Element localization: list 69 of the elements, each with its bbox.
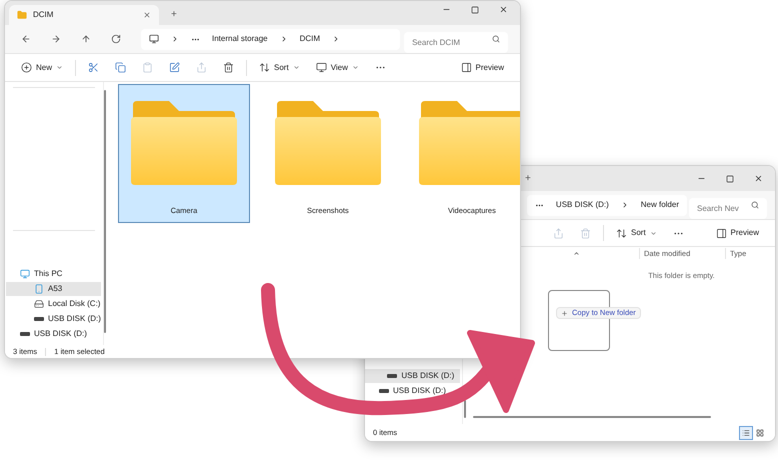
nav-label: USB DISK (D:) bbox=[34, 328, 87, 340]
nav-label: A53 bbox=[48, 283, 62, 295]
nav-label: USB DISK (D:) bbox=[48, 313, 101, 325]
folder-icon bbox=[128, 99, 239, 187]
search-field[interactable]: Search DCIM bbox=[404, 32, 508, 52]
details-view-button[interactable] bbox=[739, 426, 753, 440]
plus-icon bbox=[561, 310, 568, 316]
folder-icon bbox=[272, 99, 383, 187]
view-button[interactable]: View bbox=[308, 56, 367, 80]
sort-indicator-icon bbox=[572, 250, 580, 257]
close-icon[interactable] bbox=[754, 174, 763, 183]
nav-label: This PC bbox=[34, 268, 62, 280]
caret-icon bbox=[56, 64, 64, 71]
nav-item[interactable]: A53 bbox=[6, 282, 101, 296]
sort-button[interactable]: Sort bbox=[251, 56, 308, 80]
phone-icon bbox=[34, 284, 44, 294]
list-icon bbox=[742, 428, 750, 436]
search-field[interactable]: Search Nev bbox=[689, 198, 767, 218]
nav-label: Local Disk (C:) bbox=[48, 298, 100, 310]
preview-button[interactable]: Preview bbox=[452, 56, 512, 80]
scrollbar[interactable] bbox=[104, 90, 106, 333]
forward-icon[interactable] bbox=[51, 34, 61, 44]
preview-button[interactable]: Preview bbox=[708, 221, 767, 245]
nav-label: USB DISK (D:) bbox=[401, 370, 454, 382]
caret-icon bbox=[292, 64, 300, 71]
close-icon[interactable] bbox=[143, 11, 151, 19]
breadcrumb[interactable]: DCIM bbox=[300, 33, 320, 45]
chevron-icon bbox=[171, 35, 179, 43]
breadcrumb[interactable]: USB DISK (D:) bbox=[556, 199, 609, 211]
drive-icon bbox=[20, 332, 30, 336]
search-icon bbox=[492, 34, 500, 42]
sort-button[interactable]: Sort bbox=[608, 221, 665, 245]
up-icon[interactable] bbox=[81, 34, 91, 44]
new-tab-button[interactable]: + bbox=[525, 171, 531, 186]
maximize-icon[interactable] bbox=[471, 6, 479, 14]
maximize-icon[interactable] bbox=[726, 174, 734, 182]
caret-icon bbox=[650, 230, 657, 236]
horizontal-scrollbar[interactable] bbox=[473, 416, 711, 418]
monitor-icon bbox=[149, 34, 159, 44]
window-tab[interactable]: DCIM bbox=[9, 5, 159, 25]
address-bar[interactable]: USB DISK (D:) New folder bbox=[527, 194, 687, 216]
scrollbar[interactable] bbox=[464, 400, 466, 418]
drive-icon bbox=[34, 317, 44, 321]
search-icon bbox=[751, 200, 759, 208]
refresh-icon[interactable] bbox=[111, 34, 121, 44]
breadcrumb[interactable]: Internal storage bbox=[212, 33, 268, 45]
address-bar[interactable]: Internal storage DCIM bbox=[141, 28, 400, 50]
nav-item[interactable]: USB DISK (D:) bbox=[6, 312, 101, 326]
new-tab-button[interactable]: + bbox=[171, 7, 177, 22]
drive-icon bbox=[379, 389, 389, 393]
folder-icon bbox=[17, 10, 27, 20]
close-icon[interactable] bbox=[499, 5, 508, 14]
breadcrumb[interactable]: New folder bbox=[640, 199, 679, 211]
new-button[interactable]: New bbox=[13, 56, 72, 80]
nav-label: USB DISK (D:) bbox=[393, 385, 446, 397]
drive-icon bbox=[387, 374, 398, 378]
monitor-icon bbox=[20, 269, 30, 279]
nav-item[interactable]: Local Disk (C:) bbox=[6, 297, 101, 311]
drive-icon bbox=[34, 299, 44, 309]
grid-icon bbox=[756, 428, 764, 436]
nav-item[interactable]: USB DISK (D:) bbox=[365, 384, 460, 398]
caret-icon bbox=[352, 64, 359, 71]
nav-item[interactable]: USB DISK (D:) bbox=[6, 327, 101, 341]
back-icon[interactable] bbox=[21, 34, 31, 44]
folder-icon bbox=[416, 99, 520, 187]
chevron-icon bbox=[620, 201, 629, 209]
nav-item[interactable]: This PC bbox=[6, 267, 101, 281]
tab-title: DCIM bbox=[33, 9, 54, 21]
nav-item[interactable]: USB DISK (D:) bbox=[365, 369, 460, 383]
